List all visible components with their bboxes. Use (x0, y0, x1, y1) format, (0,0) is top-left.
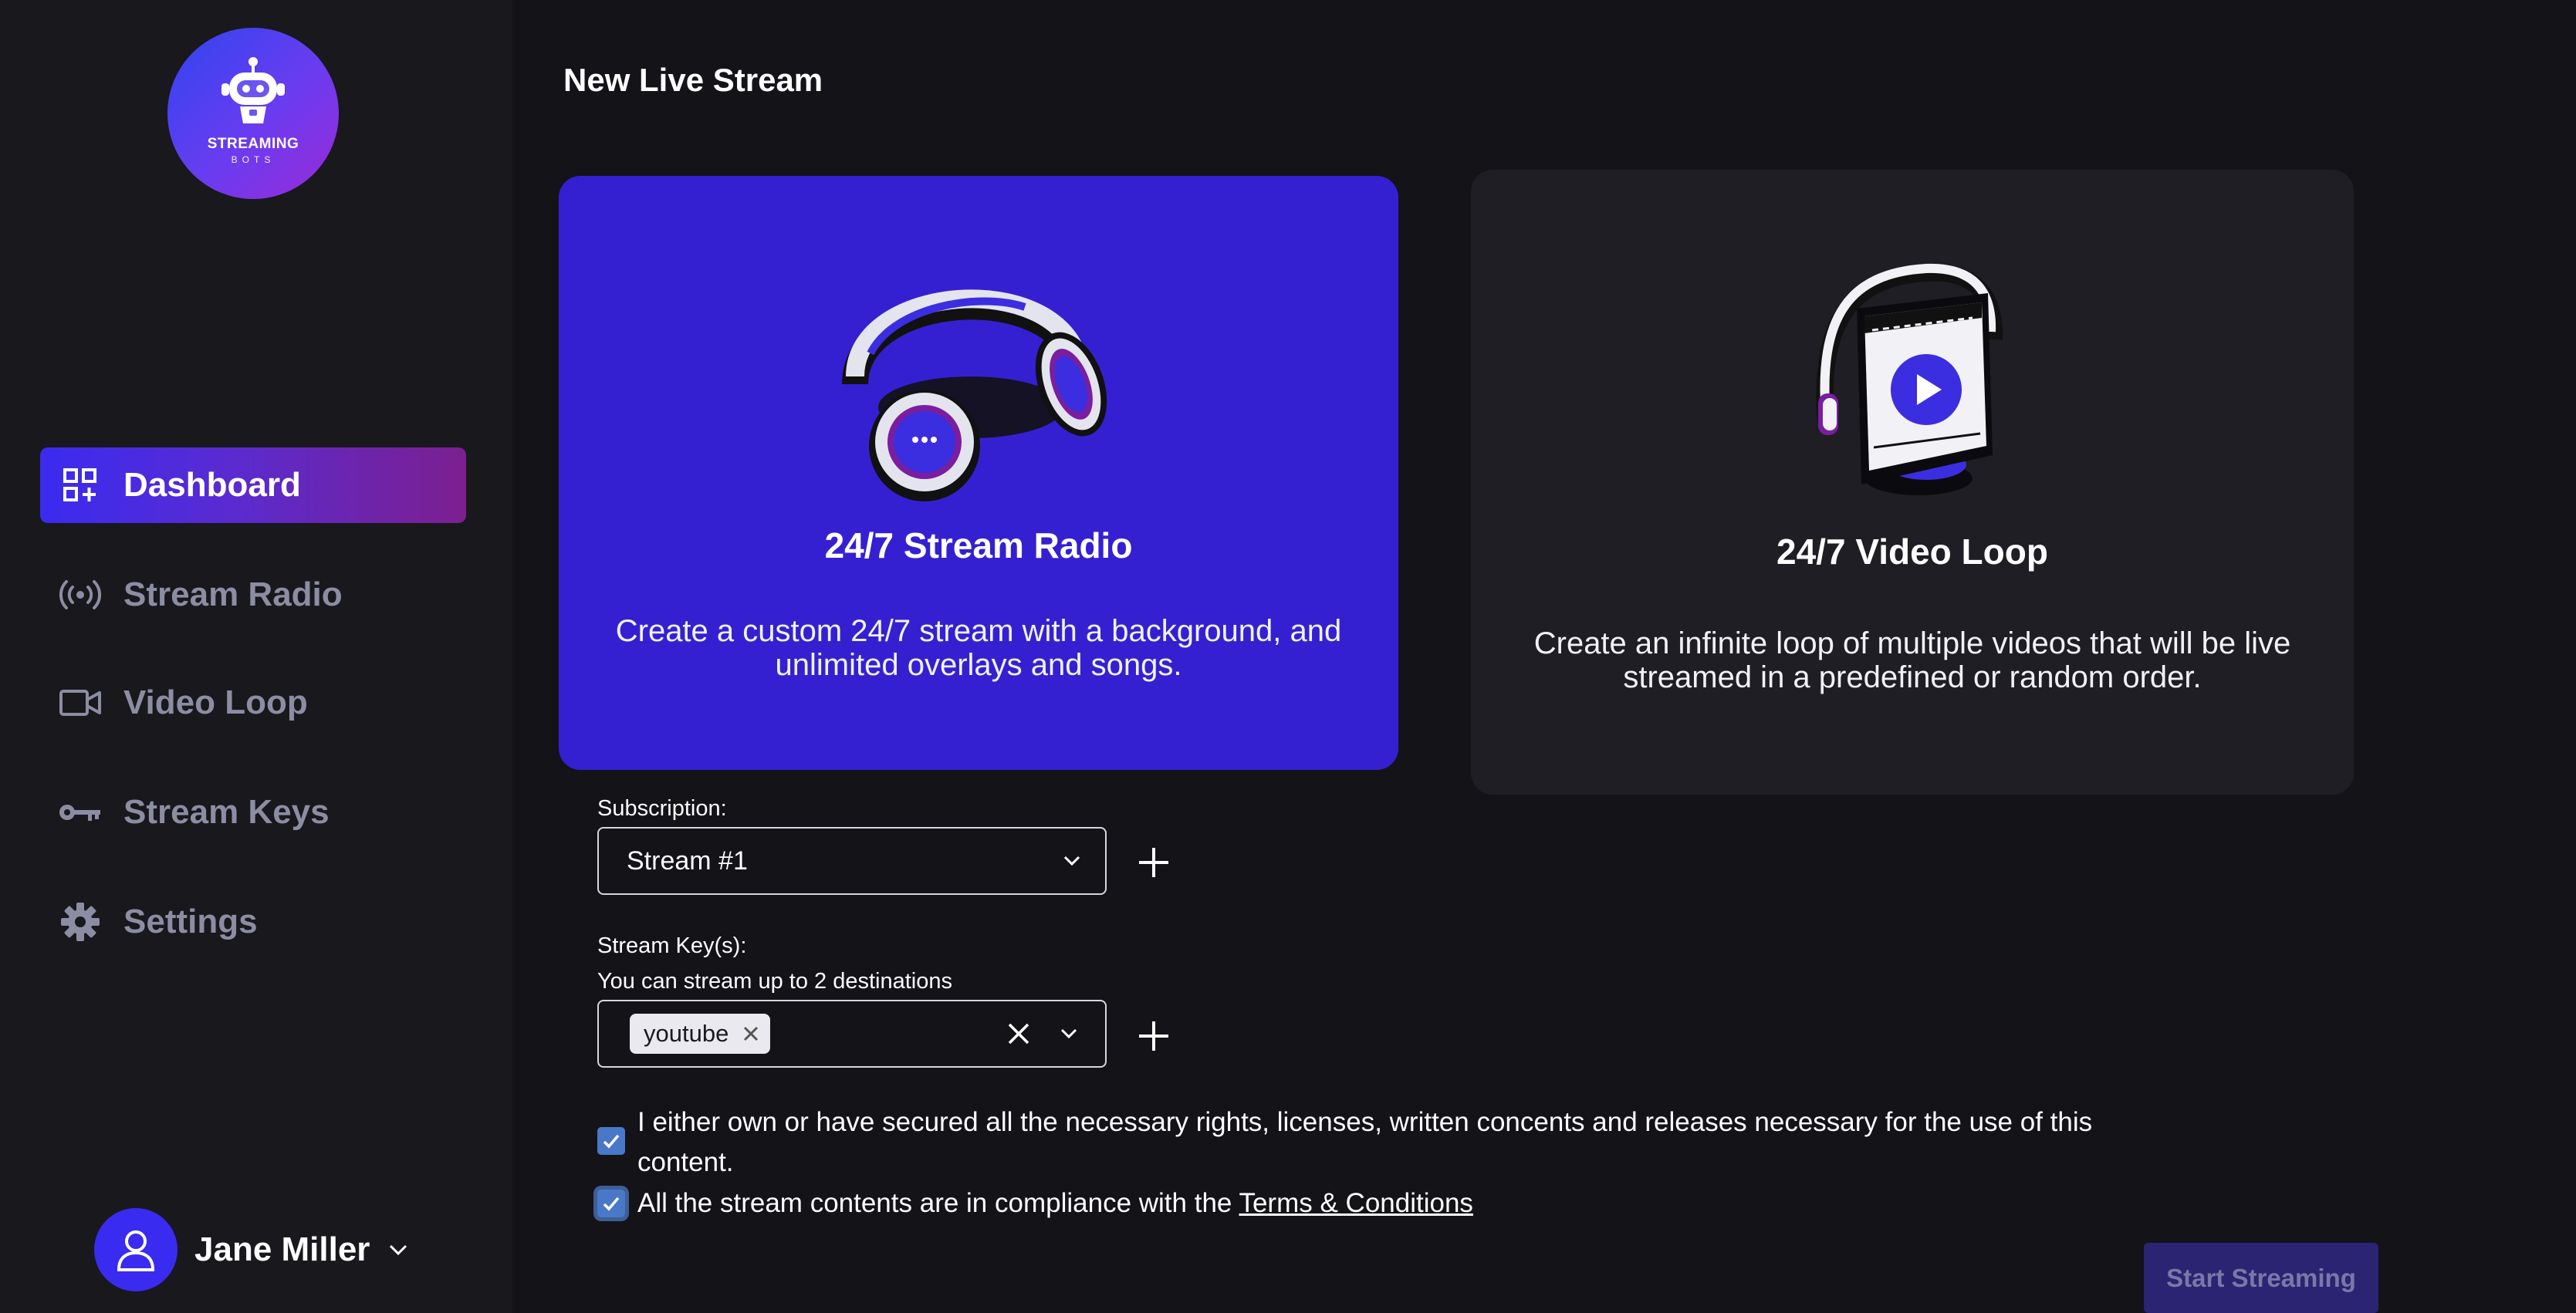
checkmark-icon (603, 1134, 620, 1149)
terms-text: All the stream contents are in complianc… (637, 1188, 1239, 1218)
chevron-down-icon (1063, 856, 1080, 866)
card-title: 24/7 Stream Radio (824, 525, 1133, 565)
sidebar-item-label: Video Loop (123, 684, 308, 721)
chevron-down-icon (390, 1244, 407, 1256)
start-streaming-button[interactable]: Start Streaming (2144, 1243, 2378, 1313)
sidebar-item-label: Stream Keys (123, 793, 330, 831)
checkmark-icon (603, 1197, 620, 1211)
stream-keys-hint: You can stream up to 2 destinations (597, 969, 953, 994)
sidebar-item-stream-radio[interactable]: Stream Radio (40, 557, 466, 633)
robot-icon (221, 57, 285, 123)
tag-label: youtube (644, 1020, 729, 1047)
chevron-down-icon[interactable] (1057, 1022, 1080, 1045)
sidebar-item-label: Dashboard (123, 466, 301, 504)
dashboard-icon (57, 462, 103, 508)
page-title: New Live Stream (563, 62, 823, 98)
stream-keys-label: Stream Key(s): (597, 933, 747, 958)
sidebar: STREAMING BOTS Dashboard Stream Radio Vi… (0, 0, 512, 1313)
logo-text: STREAMING (207, 136, 299, 152)
clear-icon[interactable] (1003, 1018, 1034, 1049)
key-icon (57, 789, 103, 835)
user-menu[interactable]: Jane Miller (94, 1207, 410, 1292)
add-subscription-button[interactable] (1134, 843, 1173, 882)
tag-youtube: youtube (630, 1014, 771, 1054)
stream-radio-card[interactable]: 24/7 Stream Radio Create a custom 24/7 s… (559, 176, 1398, 770)
user-name: Jane Miller (194, 1230, 370, 1268)
terms-checkbox[interactable] (597, 1190, 625, 1217)
streaming-bots-logo[interactable]: STREAMING BOTS (167, 28, 339, 199)
terms-checkbox-label: All the stream contents are in complianc… (637, 1183, 2150, 1224)
sidebar-item-video-loop[interactable]: Video Loop (40, 665, 466, 741)
video-player-icon (1816, 263, 2003, 495)
card-description: Create a custom 24/7 stream with a backg… (615, 614, 1342, 682)
gear-icon (57, 899, 103, 945)
sidebar-item-label: Settings (123, 903, 258, 940)
sidebar-item-stream-keys[interactable]: Stream Keys (40, 775, 466, 850)
video-loop-card[interactable]: 24/7 Video Loop Create an infinite loop … (1471, 170, 2354, 795)
rights-checkbox[interactable] (597, 1127, 625, 1155)
sidebar-item-label: Stream Radio (123, 575, 343, 613)
sidebar-item-settings[interactable]: Settings (40, 884, 466, 960)
sidebar-item-dashboard[interactable]: Dashboard (40, 447, 466, 523)
rights-checkbox-label: I either own or have secured all the nec… (637, 1107, 2093, 1177)
subscription-value: Stream #1 (627, 846, 748, 876)
card-description: Create an infinite loop of multiple vide… (1533, 626, 2291, 694)
user-icon (117, 1230, 155, 1271)
terms-link[interactable]: Terms & Conditions (1239, 1188, 1472, 1218)
stream-keys-select[interactable]: youtube (597, 1000, 1107, 1068)
subscription-select[interactable]: Stream #1 (597, 827, 1107, 895)
headphones-icon (842, 289, 1107, 501)
card-title: 24/7 Video Loop (1776, 532, 2048, 572)
add-stream-key-button[interactable] (1134, 1017, 1173, 1055)
subscription-label: Subscription: (597, 796, 727, 821)
broadcast-icon (57, 572, 103, 618)
avatar (94, 1208, 177, 1291)
logo-subtext: BOTS (231, 154, 276, 165)
remove-tag-icon[interactable] (741, 1024, 761, 1044)
video-camera-icon (57, 680, 103, 726)
